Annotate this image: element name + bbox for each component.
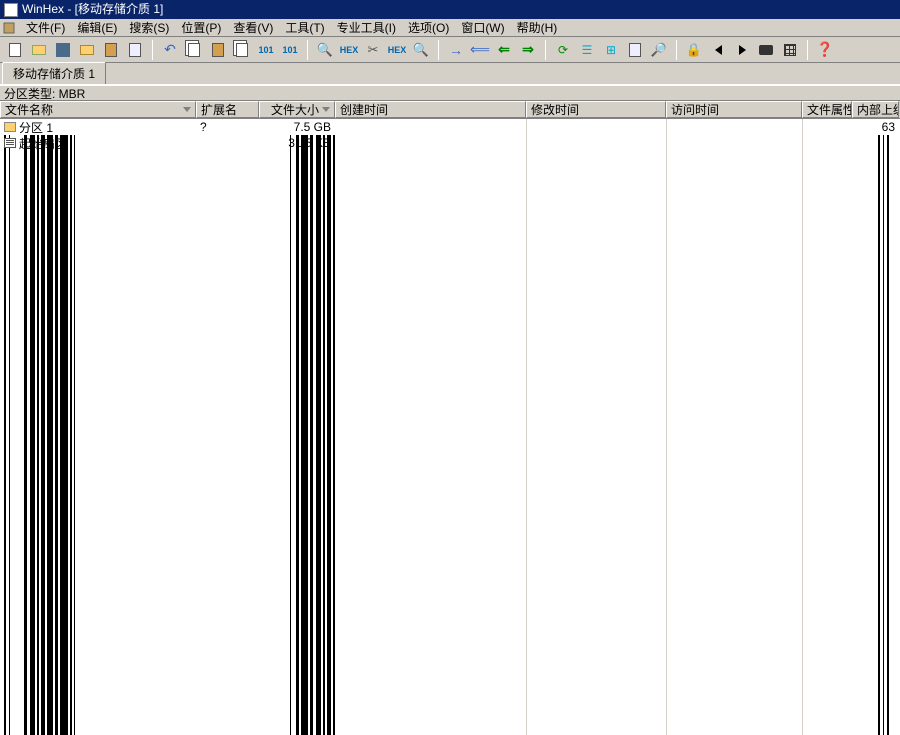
cell-ext: ?: [200, 120, 207, 134]
cell-sector: 63: [882, 120, 895, 134]
file-listview: 文件名称 扩展名 文件大小 创建时间 修改时间 访问时间 文件属性 内部上级目录…: [0, 101, 900, 735]
menu-edit[interactable]: 编辑(E): [71, 19, 123, 36]
tabbar: 移动存储介质 1: [0, 63, 900, 85]
cell-size: 7.5 GB: [294, 120, 331, 134]
partition-type-label: 分区类型: MBR: [4, 87, 85, 101]
tb-replacehex[interactable]: HEX: [386, 39, 408, 61]
tb-props[interactable]: [124, 39, 146, 61]
infobar: 分区类型: MBR: [0, 85, 900, 101]
cell-name: 分区 1: [19, 119, 53, 135]
col-sector[interactable]: 内部上级目录: [852, 101, 899, 118]
col-ext[interactable]: 扩展名: [196, 101, 259, 118]
tb-next[interactable]: [731, 39, 753, 61]
menu-window[interactable]: 窗口(W): [455, 19, 510, 36]
sort-arrow-icon: [183, 107, 191, 112]
menu-tools[interactable]: 工具(T): [279, 19, 330, 36]
tb-folder[interactable]: [76, 39, 98, 61]
tb-print[interactable]: [100, 39, 122, 61]
menu-view[interactable]: 查看(V): [227, 19, 279, 36]
tb-replace[interactable]: 🔍: [410, 39, 432, 61]
tb-prev[interactable]: [707, 39, 729, 61]
window-title: WinHex - [移动存储介质 1]: [22, 0, 163, 19]
menu-file[interactable]: 文件(F): [20, 19, 71, 36]
tb-new[interactable]: [4, 39, 26, 61]
tb-gotoback[interactable]: ⟸: [469, 39, 491, 61]
table-row[interactable]: 起始扇区 31.5 KB: [0, 135, 900, 151]
tb-save[interactable]: [52, 39, 74, 61]
menu-glyph-icon: [2, 21, 16, 35]
toolbar: ↶ 101 101 🔍 HEX ✂ HEX 🔍 → ⟸ ⇐ ⇒ ⟳ ☰ ⊞ 🔎 …: [0, 37, 900, 63]
partition-icon: [4, 122, 16, 132]
column-headers: 文件名称 扩展名 文件大小 创建时间 修改时间 访问时间 文件属性 内部上级目录: [0, 101, 900, 119]
titlebar: WinHex - [移动存储介质 1]: [0, 0, 900, 19]
sector-icon: [4, 138, 16, 148]
sort-arrow-icon: [322, 107, 330, 112]
tb-find[interactable]: 🔍: [314, 39, 336, 61]
tb-ramedit[interactable]: ⊞: [600, 39, 622, 61]
tb-pastewrite[interactable]: 101: [279, 39, 301, 61]
menu-protools[interactable]: 专业工具(I): [331, 19, 402, 36]
tb-grid[interactable]: [779, 39, 801, 61]
cell-size: 31.5 KB: [288, 136, 331, 150]
tb-disk[interactable]: ⟳: [552, 39, 574, 61]
tb-camera[interactable]: [755, 39, 777, 61]
col-size[interactable]: 文件大小: [259, 101, 335, 118]
tb-search2[interactable]: 🔎: [648, 39, 670, 61]
tb-fwd[interactable]: ⇒: [517, 39, 539, 61]
col-created[interactable]: 创建时间: [335, 101, 526, 118]
tb-goto[interactable]: →: [445, 39, 467, 61]
tb-paste[interactable]: [207, 39, 229, 61]
tb-back[interactable]: ⇐: [493, 39, 515, 61]
tb-undo[interactable]: ↶: [159, 39, 181, 61]
menu-position[interactable]: 位置(P): [175, 19, 227, 36]
app-icon: [4, 3, 18, 17]
tb-diskeditor[interactable]: ☰: [576, 39, 598, 61]
cell-name: 起始扇区: [19, 135, 67, 151]
col-name[interactable]: 文件名称: [0, 101, 196, 118]
tb-findtext[interactable]: ✂: [362, 39, 384, 61]
tb-copyblock[interactable]: [231, 39, 253, 61]
tb-pastehex[interactable]: 101: [255, 39, 277, 61]
tb-help[interactable]: ❓: [814, 39, 836, 61]
menu-help[interactable]: 帮助(H): [511, 19, 564, 36]
col-modified[interactable]: 修改时间: [526, 101, 666, 118]
tb-findhex[interactable]: HEX: [338, 39, 360, 61]
tb-copy[interactable]: [183, 39, 205, 61]
menubar: 文件(F) 编辑(E) 搜索(S) 位置(P) 查看(V) 工具(T) 专业工具…: [0, 19, 900, 37]
table-row[interactable]: 分区 1 ? 7.5 GB 63: [0, 119, 900, 135]
menu-search[interactable]: 搜索(S): [123, 19, 175, 36]
col-attr[interactable]: 文件属性: [802, 101, 852, 118]
render-artifacts: [0, 135, 900, 735]
col-accessed[interactable]: 访问时间: [666, 101, 802, 118]
tb-lock[interactable]: 🔒: [683, 39, 705, 61]
tab-disk[interactable]: 移动存储介质 1: [2, 62, 106, 84]
tb-open[interactable]: [28, 39, 50, 61]
menu-options[interactable]: 选项(O): [402, 19, 455, 36]
tb-calc[interactable]: [624, 39, 646, 61]
